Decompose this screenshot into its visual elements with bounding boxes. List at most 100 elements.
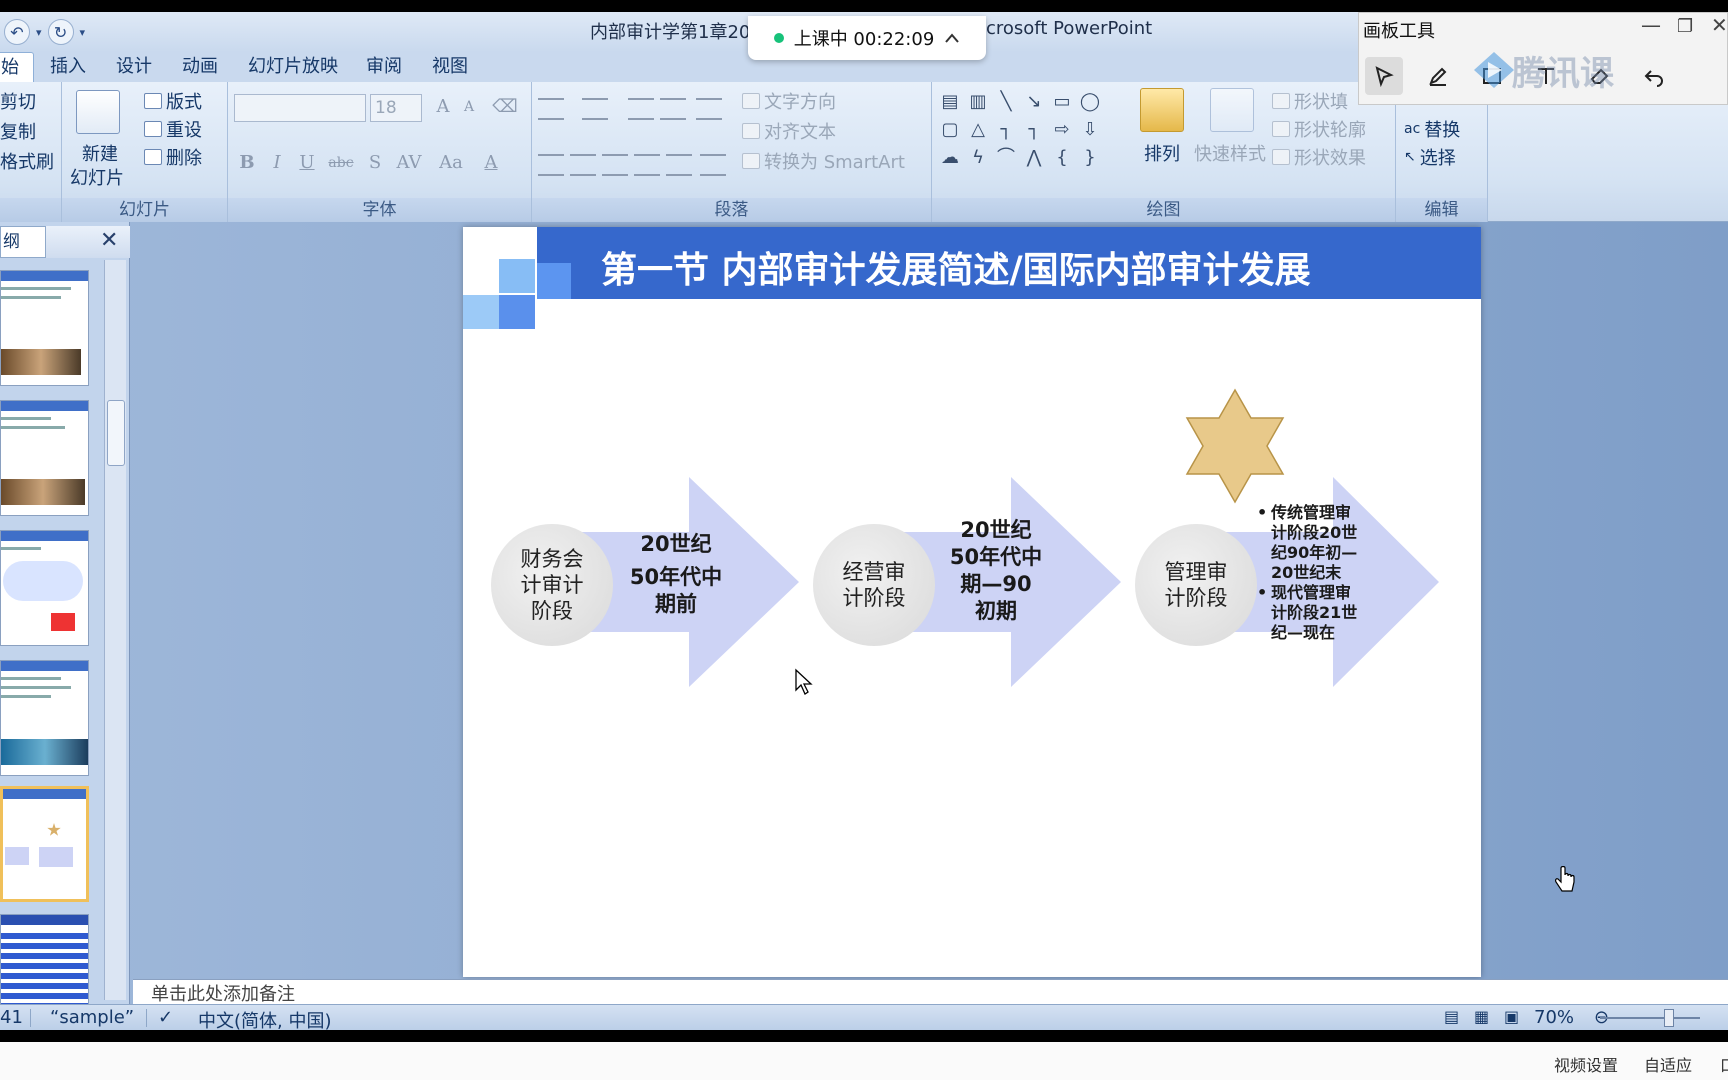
notes-pane[interactable]: 单击此处添加备注 xyxy=(133,979,1728,1004)
lightning-shape-icon[interactable]: ϟ xyxy=(966,146,990,170)
stage-circle-1[interactable]: 财务会 计审计 阶段 xyxy=(491,524,613,646)
textbox-shape-icon[interactable]: ▤ xyxy=(938,90,962,114)
quick-styles-icon[interactable] xyxy=(1210,88,1254,132)
tab-slideshow[interactable]: 幻灯片放映 xyxy=(234,52,352,82)
live-status-pill[interactable]: 上课中 00:22:09 xyxy=(748,16,986,60)
right-arrow-shape-icon[interactable]: ⇨ xyxy=(1050,118,1074,142)
line-spacing-icon[interactable] xyxy=(696,98,722,120)
tab-review[interactable]: 审阅 xyxy=(352,52,416,82)
arrange-icon[interactable] xyxy=(1140,88,1184,132)
undo-tool[interactable] xyxy=(1635,57,1673,95)
layout-button[interactable]: 版式 xyxy=(144,88,202,114)
undo-button[interactable]: ↶ xyxy=(4,19,30,45)
arrow-line-shape-icon[interactable]: ↘ xyxy=(1022,90,1046,114)
rounded-rect-shape-icon[interactable]: ▢ xyxy=(938,118,962,142)
slide-thumbnail[interactable] xyxy=(0,400,89,516)
font-name-combo[interactable] xyxy=(234,94,366,122)
close-panel-icon[interactable]: ✕ xyxy=(100,228,118,253)
align-text-button[interactable]: 对齐文本 xyxy=(742,118,836,144)
outline-tab[interactable]: 纲 xyxy=(0,226,46,258)
select-button[interactable]: ↖ 选择 xyxy=(1404,144,1456,170)
stage-circle-3[interactable]: 管理审 计阶段 xyxy=(1135,524,1257,646)
copy-button[interactable]: 复制 xyxy=(0,118,36,144)
char-spacing-button[interactable]: AV xyxy=(392,150,426,176)
justify-icon[interactable] xyxy=(634,154,660,176)
left-brace-shape-icon[interactable]: { xyxy=(1050,146,1074,170)
pointer-tool[interactable] xyxy=(1365,57,1403,95)
zoom-level[interactable]: 70% xyxy=(1534,1007,1574,1028)
stage-2-period[interactable]: 20世纪 50年代中 期—90 初期 xyxy=(941,517,1051,625)
strikethrough-button[interactable]: abc xyxy=(324,150,358,176)
maximize-button[interactable]: ❐ xyxy=(1677,16,1693,37)
slide-thumbnail-selected[interactable] xyxy=(0,786,89,902)
italic-button[interactable]: I xyxy=(264,150,290,176)
shrink-font-icon[interactable]: A xyxy=(456,94,482,120)
font-color-button[interactable]: A xyxy=(478,150,504,176)
elbow-connector-icon[interactable]: ┐ xyxy=(994,118,1018,142)
right-brace-shape-icon[interactable]: } xyxy=(1078,146,1102,170)
close-button[interactable]: ✕ xyxy=(1711,13,1728,37)
shape-fill-button[interactable]: 形状填 xyxy=(1272,88,1348,114)
auto-fit-button[interactable]: 自适应 xyxy=(1644,1052,1692,1076)
new-slide-label-1[interactable]: 新建 xyxy=(82,140,118,166)
new-slide-label-2[interactable]: 幻灯片 xyxy=(70,164,124,190)
freeform-shape-icon[interactable]: ☁ xyxy=(938,146,962,170)
tab-design[interactable]: 设计 xyxy=(102,52,166,82)
normal-view-icon[interactable]: ▤ xyxy=(1444,1007,1459,1026)
clear-format-icon[interactable]: ⌫ xyxy=(492,94,518,120)
line-shape-icon[interactable]: ╲ xyxy=(994,90,1018,114)
tab-home[interactable]: 始 xyxy=(0,52,34,82)
zoom-slider[interactable] xyxy=(1600,1017,1700,1019)
numbering-icon[interactable] xyxy=(582,98,608,120)
stage-1-period[interactable]: 20世纪 50年代中 期前 xyxy=(621,531,731,618)
undo-dropdown-icon[interactable]: ▾ xyxy=(36,26,42,39)
slideshow-view-icon[interactable]: ▣ xyxy=(1504,1007,1519,1026)
edge-button[interactable]: 口 xyxy=(1720,1052,1728,1076)
bullets-icon[interactable] xyxy=(538,98,564,120)
cut-button[interactable]: 剪切 xyxy=(0,88,36,114)
stage-3-bullets[interactable]: 传统管理审 计阶段20世 纪90年初— 20世纪末 现代管理审 计阶段21世 纪… xyxy=(1257,503,1357,643)
quick-styles-button[interactable]: 快速样式 xyxy=(1194,140,1266,166)
new-slide-icon[interactable] xyxy=(76,90,120,134)
slide-thumbnail[interactable] xyxy=(0,270,89,386)
shadow-button[interactable]: S xyxy=(362,150,388,176)
minimize-button[interactable]: — xyxy=(1641,13,1661,37)
text-direction-button[interactable]: 文字方向 xyxy=(742,88,836,114)
delete-slide-button[interactable]: 删除 xyxy=(144,144,202,170)
spell-check-icon[interactable]: ✓ xyxy=(158,1007,173,1028)
align-right-icon[interactable] xyxy=(602,154,628,176)
elbow-arrow-icon[interactable]: ┐ xyxy=(1022,118,1046,142)
grow-font-icon[interactable]: A xyxy=(430,94,456,120)
bold-button[interactable]: B xyxy=(234,150,260,176)
shape-outline-button[interactable]: 形状轮廓 xyxy=(1272,116,1366,142)
redo-button[interactable]: ↻ xyxy=(47,19,74,45)
tab-view[interactable]: 视图 xyxy=(418,52,482,82)
format-painter-button[interactable]: 格式刷 xyxy=(0,148,54,174)
thumb-panel-scrollbar[interactable] xyxy=(104,260,126,1000)
arrange-button[interactable]: 排列 xyxy=(1144,140,1180,166)
convert-smartart-button[interactable]: 转换为 SmartArt xyxy=(742,148,905,174)
slide-thumbnail[interactable] xyxy=(0,660,89,776)
oval-shape-icon[interactable]: ◯ xyxy=(1078,90,1102,114)
font-size-combo[interactable]: 18 xyxy=(370,94,422,122)
change-case-button[interactable]: Aa xyxy=(434,150,468,176)
curve-shape-icon[interactable]: ⋀ xyxy=(1022,146,1046,170)
zoom-slider-knob[interactable] xyxy=(1664,1009,1674,1027)
replace-button[interactable]: ac 替换 xyxy=(1404,116,1460,142)
pen-tool[interactable] xyxy=(1419,57,1457,95)
align-left-icon[interactable] xyxy=(538,154,564,176)
scrollbar-thumb[interactable] xyxy=(107,400,125,466)
video-settings-button[interactable]: 视频设置 xyxy=(1554,1052,1618,1076)
slide-sorter-icon[interactable]: ▦ xyxy=(1474,1007,1489,1026)
increase-indent-icon[interactable] xyxy=(660,98,686,120)
tab-insert[interactable]: 插入 xyxy=(36,52,100,82)
columns-icon[interactable] xyxy=(700,154,726,176)
reset-button[interactable]: 重设 xyxy=(144,116,202,142)
arc-shape-icon[interactable]: ⌒ xyxy=(994,146,1018,170)
vertical-textbox-shape-icon[interactable]: ▥ xyxy=(966,90,990,114)
slide-thumbnail[interactable] xyxy=(0,530,89,646)
slide-canvas[interactable]: 第一节 内部审计发展简述/国际内部审计发展 财务会 计审计 阶段 20世纪 50… xyxy=(463,227,1481,977)
triangle-shape-icon[interactable]: △ xyxy=(966,118,990,142)
stage-circle-2[interactable]: 经营审 计阶段 xyxy=(813,524,935,646)
chevron-up-icon[interactable] xyxy=(944,32,960,44)
